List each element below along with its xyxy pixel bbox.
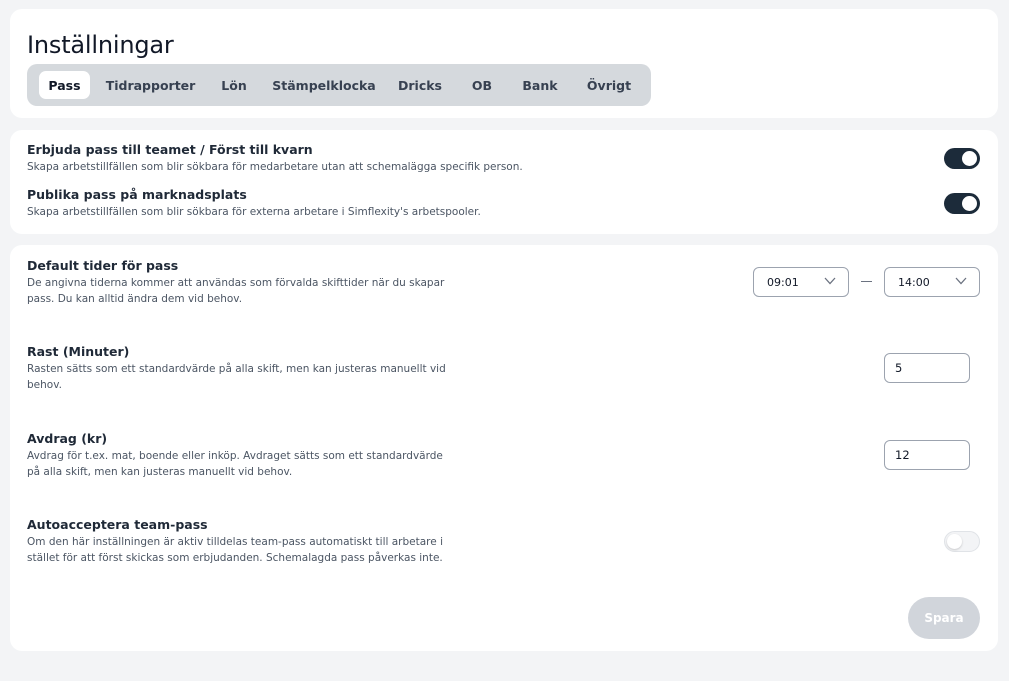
chevron-down-icon [824,277,836,285]
settings-header-card: Inställningar Pass Tidrapporter Lön Stäm… [10,9,998,118]
deduction-description: Avdrag för t.ex. mat, boende eller inköp… [27,450,443,478]
deduction-input[interactable] [884,440,970,470]
tab-dricks[interactable]: Dricks [389,71,451,99]
start-time-value: 09:01 [767,276,799,289]
default-times-description: De angivna tiderna kommer att användas s… [27,277,445,305]
marketplace-title: Publika pass på marknadsplats [27,187,247,202]
start-time-select[interactable]: 09:01 [753,267,849,297]
toggle-knob [947,534,962,549]
tab-stampelklocka[interactable]: Stämpelklocka [270,71,378,99]
tab-ob[interactable]: OB [463,71,501,99]
settings-tabs: Pass Tidrapporter Lön Stämpelklocka Dric… [27,64,651,106]
offer-team-description: Skapa arbetstillfällen som blir sökbara … [27,161,523,173]
tab-lon[interactable]: Lön [210,71,258,99]
save-button[interactable]: Spara [908,597,980,639]
break-title: Rast (Minuter) [27,344,130,359]
auto-accept-title: Autoacceptera team-pass [27,517,208,532]
offer-team-toggle[interactable] [944,148,980,169]
toggle-knob [962,151,977,166]
toggle-knob [962,196,977,211]
time-range-separator [861,281,872,282]
offer-team-title: Erbjuda pass till teamet / Först till kv… [27,142,313,157]
chevron-down-icon [955,277,967,285]
auto-accept-description: Om den här inställningen är aktiv tillde… [27,536,443,564]
break-minutes-input[interactable] [884,353,970,383]
auto-accept-toggle[interactable] [944,531,980,552]
default-times-title: Default tider för pass [27,258,179,273]
tab-bank[interactable]: Bank [513,71,567,99]
tab-ovrigt[interactable]: Övrigt [578,71,640,99]
end-time-select[interactable]: 14:00 [884,267,980,297]
end-time-value: 14:00 [898,276,930,289]
break-description: Rasten sätts som ett standardvärde på al… [27,363,446,391]
marketplace-description: Skapa arbetstillfällen som blir sökbara … [27,206,481,218]
pass-visibility-card: Erbjuda pass till teamet / Först till kv… [10,130,998,234]
pass-defaults-card: Default tider för pass De angivna tidern… [10,245,998,651]
marketplace-toggle[interactable] [944,193,980,214]
tab-pass[interactable]: Pass [39,71,90,99]
page-title: Inställningar [27,31,174,59]
tab-tidrapporter[interactable]: Tidrapporter [102,71,199,99]
deduction-title: Avdrag (kr) [27,431,108,446]
